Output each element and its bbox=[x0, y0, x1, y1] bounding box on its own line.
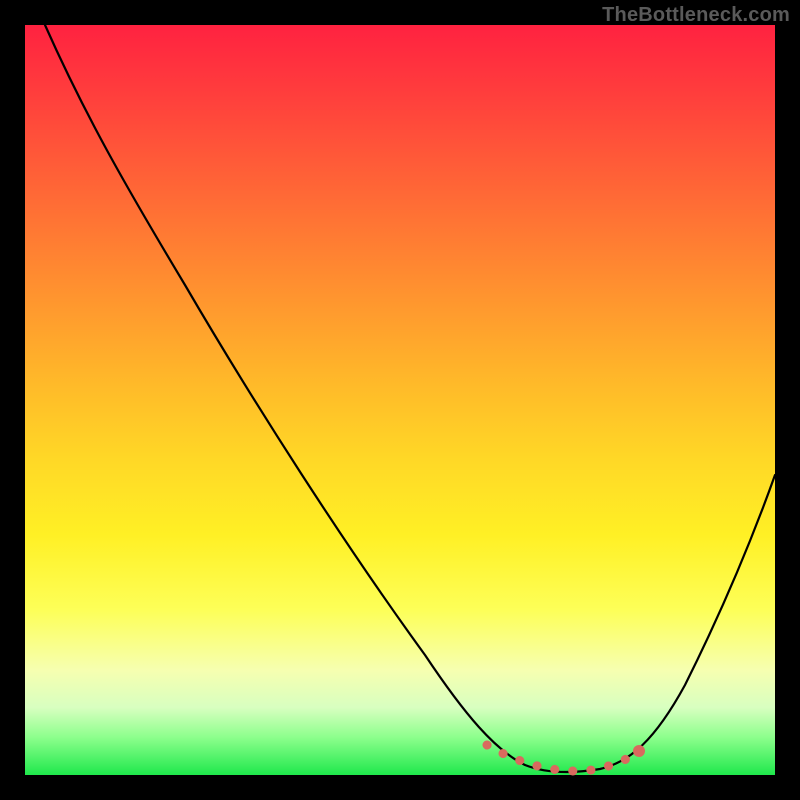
bottleneck-curve bbox=[45, 25, 775, 772]
optimal-zone-dots bbox=[487, 745, 637, 771]
watermark-text: TheBottleneck.com bbox=[602, 4, 790, 27]
chart-svg bbox=[25, 25, 775, 775]
plot-area bbox=[25, 25, 775, 775]
optimal-zone-end-dot bbox=[633, 745, 645, 757]
chart-container: TheBottleneck.com bbox=[0, 0, 800, 800]
